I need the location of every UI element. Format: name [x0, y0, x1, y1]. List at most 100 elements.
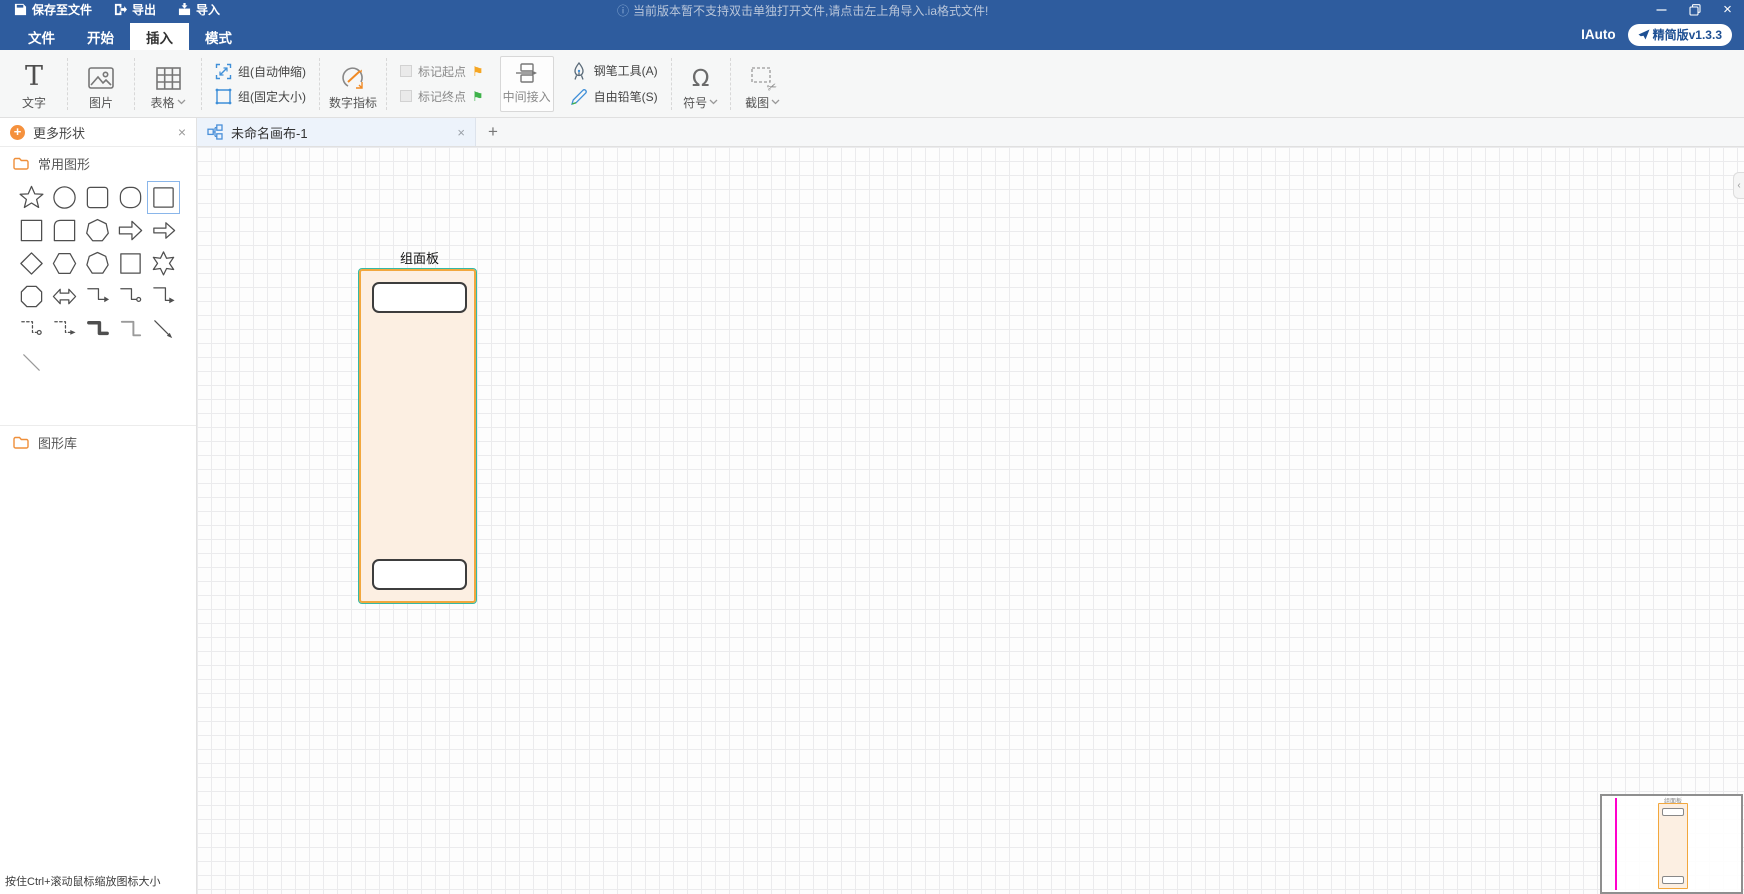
middle-insert-label: 中间接入 [502, 90, 551, 104]
numeric-indicator-button[interactable]: 数字指标 [323, 55, 383, 113]
shape-elbow-arrow[interactable] [81, 280, 114, 313]
shape-square-corner[interactable] [48, 214, 81, 247]
section-common-shapes[interactable]: 常用图形 [0, 147, 196, 177]
minimize-button[interactable] [1655, 3, 1668, 16]
canvas-tabbar: 未命名画布-1 × + [197, 118, 1744, 147]
shape-star-6[interactable] [147, 247, 180, 280]
version-badge[interactable]: 精简版v1.3.3 [1627, 23, 1732, 46]
group-tools: 组(自动伸缩) 组(固定大小) [205, 63, 316, 105]
image-tool-button[interactable]: 图片 [71, 55, 131, 113]
shape-heptagon-2[interactable] [81, 247, 114, 280]
shape-elbow-line[interactable] [114, 313, 147, 346]
panel-inner-rect-bottom[interactable] [372, 559, 467, 590]
save-label: 保存至文件 [32, 3, 93, 17]
collapse-icon: ‹ [1737, 180, 1741, 191]
panel-inner-rect-top[interactable] [372, 282, 467, 313]
shape-arrow-right[interactable] [114, 214, 147, 247]
shape-heptagon[interactable] [81, 214, 114, 247]
mark-end-checkbox[interactable] [400, 90, 412, 102]
mark-end-label: 标记终点 [418, 89, 467, 104]
image-icon [88, 66, 114, 89]
ribbon-insert: T 文字 图片 表格 组(自动伸缩) 组(固定大小) 数字指标 标记起点 ⚑ 标… [0, 50, 1744, 118]
text-tool-button[interactable]: T 文字 [4, 55, 64, 113]
shape-star-5[interactable] [15, 181, 48, 214]
chevron-down-icon [177, 99, 185, 105]
shape-elbow-circle[interactable] [114, 280, 147, 313]
shape-elbow-arrow-2[interactable] [147, 280, 180, 313]
shape-squircle[interactable] [114, 181, 147, 214]
group-auto-button[interactable]: 组(自动伸缩) [215, 63, 306, 80]
drawing-canvas[interactable]: 组面板 ‹ 组面板 [197, 147, 1744, 894]
shape-arrow-double-h[interactable] [48, 280, 81, 313]
shape-elbow-thick[interactable] [81, 313, 114, 346]
free-pencil-button[interactable]: 自由铅笔(S) [570, 88, 658, 106]
shape-elbow-dashed-circle[interactable] [15, 313, 48, 346]
group-fixed-icon [215, 88, 232, 104]
table-tool-button[interactable]: 表格 [138, 55, 198, 113]
table-tool-label: 表格 [150, 95, 175, 110]
screenshot-icon: ✂ [751, 66, 779, 95]
close-window-icon: × [1723, 1, 1732, 18]
restore-button[interactable] [1688, 3, 1701, 16]
symbol-button[interactable]: Ω 符号 [675, 55, 727, 113]
shape-hexagon[interactable] [48, 247, 81, 280]
shape-octagon[interactable] [15, 280, 48, 313]
ribbon-separator [319, 57, 320, 110]
menu-tab-mode[interactable]: 模式 [189, 23, 248, 50]
menu-tab-file[interactable]: 文件 [12, 23, 71, 50]
shape-line-arrow-diag[interactable] [147, 313, 180, 346]
mark-start-checkbox-row[interactable]: 标记起点 ⚑ [400, 63, 484, 80]
zoom-hint: 按住Ctrl+滚动鼠标缩放图标大小 [0, 869, 196, 894]
minimap[interactable]: 组面板 [1600, 794, 1743, 894]
menubar: 文件 开始 插入 模式 IAuto 精简版v1.3.3 [0, 19, 1744, 50]
menu-tab-home[interactable]: 开始 [71, 23, 130, 50]
export-label: 导出 [132, 3, 157, 17]
chevron-down-icon [709, 99, 718, 105]
shape-square-rounded[interactable] [81, 181, 114, 214]
import-button[interactable]: 导入 [178, 1, 220, 18]
shape-square-selected[interactable] [147, 181, 180, 214]
group-panel-shape[interactable] [358, 268, 477, 604]
sidebar-close-button[interactable]: × [178, 124, 186, 140]
free-pencil-label: 自由铅笔(S) [593, 90, 658, 104]
save-to-file-button[interactable]: 保存至文件 [14, 1, 92, 18]
shape-square-2[interactable] [114, 247, 147, 280]
shape-line-diag[interactable] [15, 346, 48, 379]
canvas-area: 未命名画布-1 × + 组面板 ‹ 组面板 [197, 118, 1744, 894]
menu-tab-insert[interactable]: 插入 [130, 23, 189, 50]
middle-insert-button[interactable]: 中间接入 [499, 55, 554, 112]
section-shape-library[interactable]: 图形库 [0, 426, 196, 456]
minimap-inner-rect-bottom [1662, 876, 1684, 884]
close-window-button[interactable]: × [1721, 1, 1734, 18]
shape-arrow-right-thin[interactable] [147, 214, 180, 247]
shape-square[interactable] [15, 214, 48, 247]
add-shapes-icon[interactable]: + [10, 124, 25, 140]
mark-end-checkbox-row[interactable]: 标记终点 ⚑ [400, 88, 484, 105]
tab-close-button[interactable]: × [457, 125, 465, 140]
sidebar-header: + 更多形状 × [0, 118, 196, 147]
shape-circle[interactable] [48, 181, 81, 214]
version-badge-label: 精简版v1.3.3 [1652, 27, 1722, 42]
ribbon-separator [134, 57, 135, 110]
start-flag-icon: ⚑ [472, 63, 484, 79]
shape-elbow-dashed-arrow[interactable] [48, 313, 81, 346]
new-tab-button[interactable]: + [476, 118, 510, 146]
ribbon-separator [386, 57, 387, 110]
canvas-tab[interactable]: 未命名画布-1 × [197, 118, 476, 146]
titlebar-quick-actions: 保存至文件 导出 导入 [14, 1, 220, 18]
mark-start-checkbox[interactable] [400, 65, 412, 77]
main-area: + 更多形状 × 常用图形 图形库 按住Ctrl+滚动鼠标缩放图标大小 未命名画… [0, 118, 1744, 894]
screenshot-button[interactable]: ✂ 截图 [734, 55, 792, 113]
group-fixed-label: 组(固定大小) [238, 89, 306, 104]
zoom-hint-text: 按住Ctrl+滚动鼠标缩放图标大小 [5, 876, 161, 888]
menu-tab-file-label: 文件 [28, 30, 55, 46]
group-fixed-button[interactable]: 组(固定大小) [215, 88, 306, 105]
shape-diamond[interactable] [15, 247, 48, 280]
scissors-icon: ✂ [764, 78, 779, 95]
restore-icon [1688, 3, 1701, 16]
numeric-indicator-label: 数字指标 [328, 95, 377, 110]
export-button[interactable]: 导出 [114, 1, 156, 18]
collapse-panel-handle[interactable]: ‹ [1733, 172, 1744, 199]
import-label: 导入 [196, 3, 221, 17]
pen-tool-button[interactable]: 钢笔工具(A) [570, 61, 658, 80]
